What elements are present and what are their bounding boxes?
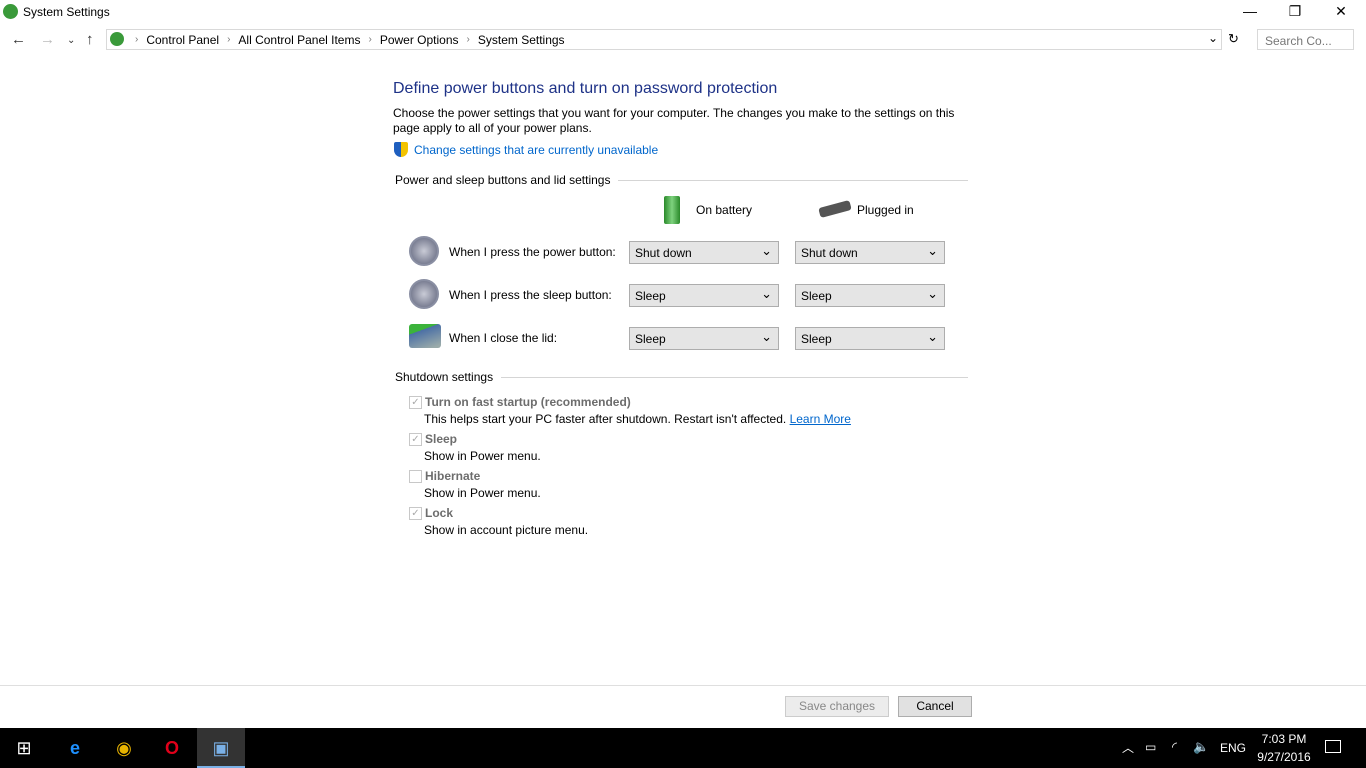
change-settings-link[interactable]: Change settings that are currently unava… <box>414 143 658 157</box>
power-button-plugged-select[interactable]: Shut down <box>795 241 945 264</box>
power-button-battery-select[interactable]: Shut down <box>629 241 779 264</box>
lid-plugged-select[interactable]: Sleep <box>795 327 945 350</box>
save-changes-button[interactable]: Save changes <box>785 696 889 717</box>
laptop-lid-icon <box>409 324 441 348</box>
opera-icon[interactable]: O <box>148 728 196 768</box>
row-label: When I close the lid: <box>449 331 558 345</box>
recent-dropdown-icon[interactable]: ⌄ <box>67 35 75 46</box>
lock-checkbox[interactable]: ✓ <box>409 507 422 520</box>
action-center-icon[interactable] <box>1325 740 1341 753</box>
footer-divider <box>0 685 1366 686</box>
up-icon[interactable]: ↑ <box>86 31 94 48</box>
clock-date[interactable]: 9/27/2016 <box>1253 750 1315 764</box>
chrome-icon[interactable]: ◉ <box>100 728 148 768</box>
forward-icon[interactable]: → <box>40 31 55 48</box>
control-panel-taskbar-icon[interactable]: ▣ <box>197 728 245 768</box>
hibernate-label: Hibernate <box>425 469 481 483</box>
breadcrumb-control-panel[interactable]: Control Panel <box>146 33 219 47</box>
sleep-button-plugged-select[interactable]: Sleep <box>795 284 945 307</box>
breadcrumb-all-items[interactable]: All Control Panel Items <box>238 33 360 47</box>
page-description: Choose the power settings that you want … <box>393 106 955 135</box>
hibernate-desc: Show in Power menu. <box>424 486 541 500</box>
refresh-icon[interactable]: ↻ <box>1228 31 1239 47</box>
edge-icon[interactable]: e <box>51 728 99 768</box>
address-icon <box>110 32 124 46</box>
page-title: Define power buttons and turn on passwor… <box>393 80 778 97</box>
address-bar[interactable]: › Control Panel › All Control Panel Items … <box>106 29 1222 50</box>
sleep-button-battery-select[interactable]: Sleep <box>629 284 779 307</box>
battery-tray-icon[interactable]: ▭ <box>1145 740 1156 754</box>
volume-icon[interactable]: 🔈 <box>1193 739 1209 755</box>
learn-more-link[interactable]: Learn More <box>790 412 851 426</box>
start-windows-icon[interactable]: ⊞ <box>0 728 48 768</box>
language-indicator[interactable]: ENG <box>1220 741 1246 755</box>
show-hidden-icons[interactable]: ︿ <box>1122 739 1134 756</box>
breadcrumb-system-settings[interactable]: System Settings <box>478 33 565 47</box>
fast-startup-desc: This helps start your PC faster after sh… <box>424 412 787 426</box>
wifi-icon[interactable]: ◜ <box>1172 739 1177 755</box>
hibernate-checkbox[interactable] <box>409 470 422 483</box>
app-icon <box>3 4 18 19</box>
divider <box>501 376 968 378</box>
lid-battery-select[interactable]: Sleep <box>629 327 779 350</box>
fast-startup-label: Turn on fast startup (recommended) <box>425 395 631 409</box>
minimize-button[interactable]: — <box>1227 0 1273 24</box>
lock-desc: Show in account picture menu. <box>424 523 589 537</box>
group-power-buttons: Power and sleep buttons and lid settings <box>395 173 611 187</box>
battery-icon <box>664 196 680 224</box>
plugged-in-label: Plugged in <box>857 203 914 217</box>
breadcrumb-power-options[interactable]: Power Options <box>380 33 459 47</box>
restore-button[interactable]: ❐ <box>1272 0 1318 24</box>
row-label: When I press the sleep button: <box>449 288 612 302</box>
clock-time[interactable]: 7:03 PM <box>1261 732 1307 746</box>
address-dropdown-icon[interactable]: ⌄ <box>1208 31 1218 45</box>
sleep-checkbox[interactable]: ✓ <box>409 433 422 446</box>
fast-startup-checkbox[interactable]: ✓ <box>409 396 422 409</box>
lock-label: Lock <box>425 506 454 520</box>
sleep-button-icon <box>409 279 439 309</box>
divider <box>618 179 968 181</box>
back-icon[interactable]: ← <box>11 31 26 48</box>
search-input[interactable]: Search Co... <box>1257 29 1354 50</box>
cancel-button[interactable]: Cancel <box>898 696 972 717</box>
window-title: System Settings <box>23 5 110 19</box>
on-battery-label: On battery <box>696 203 753 217</box>
shield-icon <box>394 142 408 157</box>
group-shutdown: Shutdown settings <box>395 370 494 384</box>
close-button[interactable]: ✕ <box>1318 0 1364 24</box>
sleep-desc: Show in Power menu. <box>424 449 541 463</box>
taskbar: ⊞ e ◉ O ▣ ︿ ▭ ◜ 🔈 ENG 7:03 PM 9/27/2016 <box>0 728 1366 768</box>
sleep-label: Sleep <box>425 432 458 446</box>
row-label: When I press the power button: <box>449 245 616 259</box>
power-button-icon <box>409 236 439 266</box>
plug-icon <box>818 200 852 218</box>
